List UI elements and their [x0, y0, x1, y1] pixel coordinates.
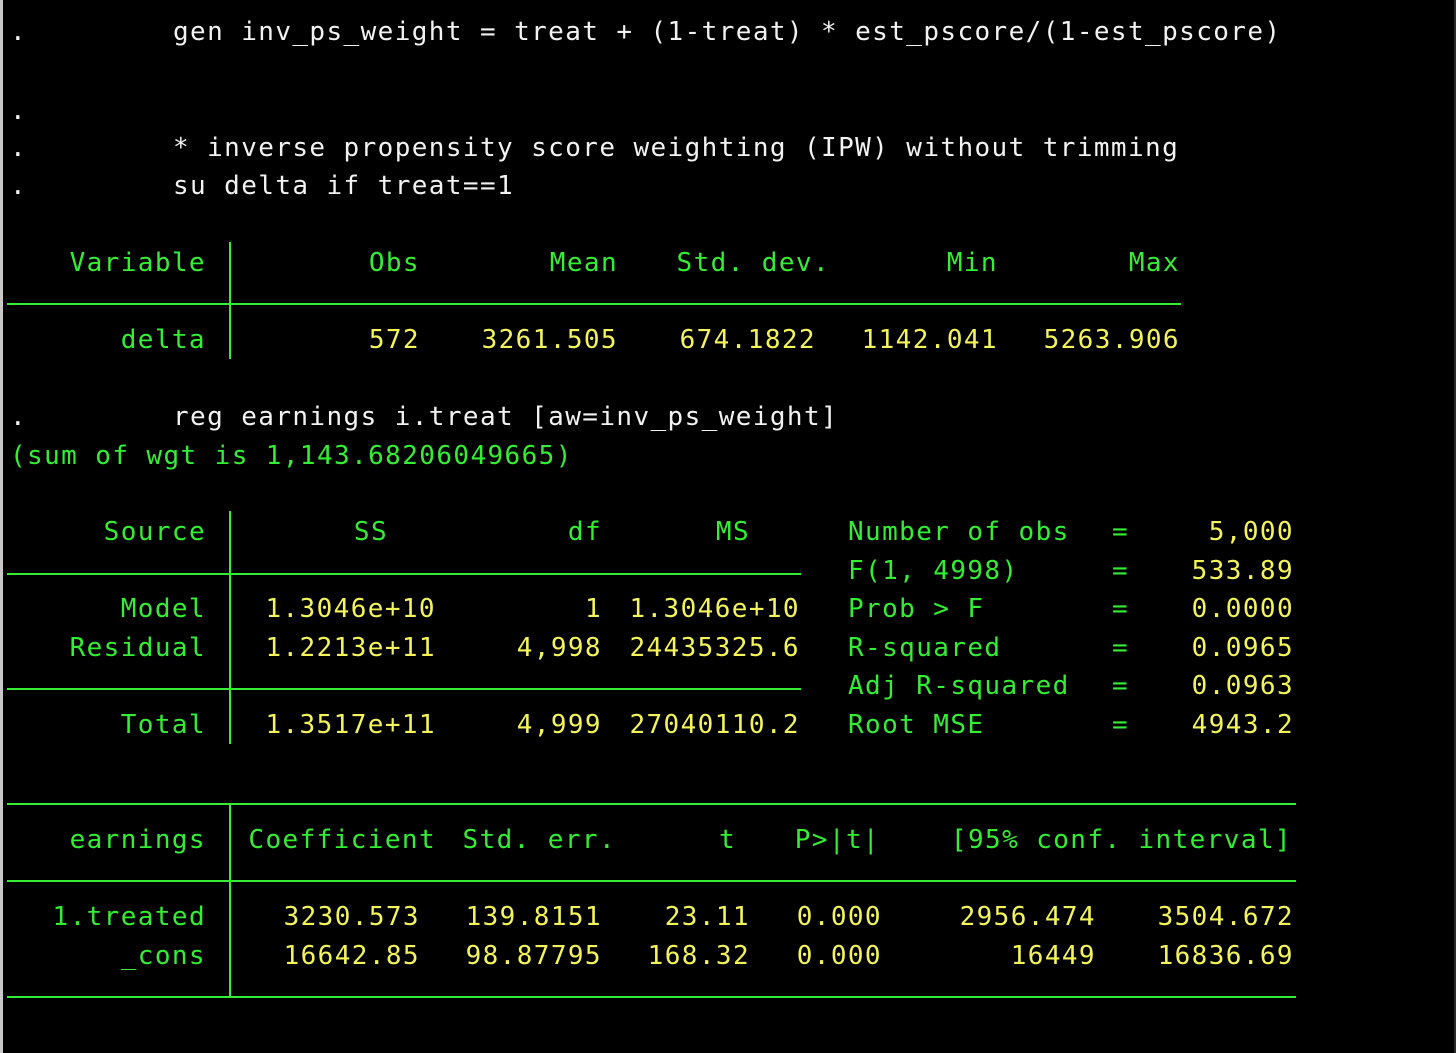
summary-row-max: 5263.906 [1043, 325, 1180, 355]
coef-row-ci-high: 16836.69 [1157, 941, 1294, 971]
stat-label: Root MSE [848, 710, 985, 740]
coef-row-ci-high: 3504.672 [1157, 902, 1294, 932]
stat-value: 0.0000 [1191, 594, 1294, 624]
coef-row-ci-low: 2956.474 [959, 902, 1096, 932]
command-prompt-dot: . [10, 133, 28, 163]
anova-header-source: Source [103, 517, 206, 547]
summary-header-obs: Obs [368, 248, 420, 278]
anova-row-ss: 1.3046e+10 [265, 594, 436, 624]
coef-header-std-err: Std. err. [462, 825, 616, 855]
stat-label: Number of obs [848, 517, 1070, 547]
anova-row-ss: 1.2213e+11 [265, 633, 436, 663]
command-prompt-dot: . [10, 171, 28, 201]
anova-row-source: Residual [69, 633, 206, 663]
summary-horizontal-divider [7, 303, 1181, 305]
summary-header-variable: Variable [69, 248, 206, 278]
command-gen-weight: gen inv_ps_weight = treat + (1-treat) * … [173, 17, 1282, 47]
coef-row-t: 23.11 [664, 902, 750, 932]
coef-header-coefficient: Coefficient [248, 825, 436, 855]
stat-label: Prob > F [848, 594, 985, 624]
anova-row-ms: 1.3046e+10 [629, 594, 800, 624]
command-summarize-delta: su delta if treat==1 [173, 171, 515, 201]
stat-label: F(1, 4998) [848, 556, 1019, 586]
coef-row-coefficient: 3230.573 [283, 902, 420, 932]
stat-value: 0.0965 [1191, 633, 1294, 663]
anova-header-divider [7, 573, 801, 575]
coef-header-depvar: earnings [69, 825, 206, 855]
stat-label: R-squared [848, 633, 1002, 663]
stat-equals: = [1112, 710, 1130, 740]
coef-row-term: _cons [120, 941, 206, 971]
stat-value: 5,000 [1208, 517, 1294, 547]
coef-top-divider [7, 803, 1296, 805]
summary-header-mean: Mean [549, 248, 618, 278]
coef-header-t: t [718, 825, 736, 855]
command-regress-earnings: reg earnings i.treat [aw=inv_ps_weight] [173, 402, 839, 432]
coef-bottom-divider [7, 996, 1296, 998]
coef-header-p: P>|t| [794, 825, 880, 855]
command-prompt-dot: . [10, 17, 28, 47]
stat-value: 0.0963 [1191, 671, 1294, 701]
summary-row-mean: 3261.505 [481, 325, 618, 355]
stat-label: Adj R-squared [848, 671, 1070, 701]
summary-row-min: 1142.041 [861, 325, 998, 355]
coef-row-coefficient: 16642.85 [283, 941, 420, 971]
stat-value: 533.89 [1191, 556, 1294, 586]
summary-row-variable: delta [120, 325, 206, 355]
summary-header-std-dev: Std. dev. [676, 248, 830, 278]
sum-of-weights-note: (sum of wgt is 1,143.68206049665) [10, 441, 573, 471]
command-prompt-dot: . [10, 402, 28, 432]
anova-row-source: Model [120, 594, 206, 624]
anova-total-ss: 1.3517e+11 [265, 710, 436, 740]
command-comment-ipw: * inverse propensity score weighting (IP… [173, 133, 1180, 163]
anova-total-divider [7, 688, 801, 690]
stat-equals: = [1112, 671, 1130, 701]
coef-row-p: 0.000 [796, 902, 882, 932]
coef-row-p: 0.000 [796, 941, 882, 971]
summary-vertical-divider [229, 242, 231, 359]
coef-header-conf-interval: [95% conf. interval] [950, 825, 1292, 855]
coef-row-t: 168.32 [647, 941, 750, 971]
anova-header-ms: MS [715, 517, 750, 547]
anova-total-df: 4,999 [516, 710, 602, 740]
anova-total-ms: 27040110.2 [629, 710, 800, 740]
anova-header-df: df [567, 517, 602, 547]
coef-row-term: 1.treated [52, 902, 206, 932]
anova-row-df: 1 [584, 594, 602, 624]
coef-row-std-err: 139.8151 [465, 902, 602, 932]
coef-row-std-err: 98.87795 [465, 941, 602, 971]
summary-header-max: Max [1128, 248, 1180, 278]
stat-equals: = [1112, 594, 1130, 624]
stat-equals: = [1112, 633, 1130, 663]
stat-equals: = [1112, 556, 1130, 586]
summary-row-obs: 572 [368, 325, 420, 355]
stat-value: 4943.2 [1191, 710, 1294, 740]
anova-header-ss: SS [353, 517, 388, 547]
coef-vertical-divider [229, 805, 231, 997]
stat-equals: = [1112, 517, 1130, 547]
command-prompt-dot: . [10, 96, 28, 126]
anova-total-label: Total [120, 710, 206, 740]
coef-header-divider [7, 880, 1296, 882]
window-left-border [0, 0, 3, 1053]
anova-vertical-divider [229, 511, 231, 744]
summary-row-std-dev: 674.1822 [679, 325, 816, 355]
summary-header-min: Min [946, 248, 998, 278]
coef-row-ci-low: 16449 [1010, 941, 1096, 971]
anova-row-ms: 24435325.6 [629, 633, 800, 663]
anova-row-df: 4,998 [516, 633, 602, 663]
